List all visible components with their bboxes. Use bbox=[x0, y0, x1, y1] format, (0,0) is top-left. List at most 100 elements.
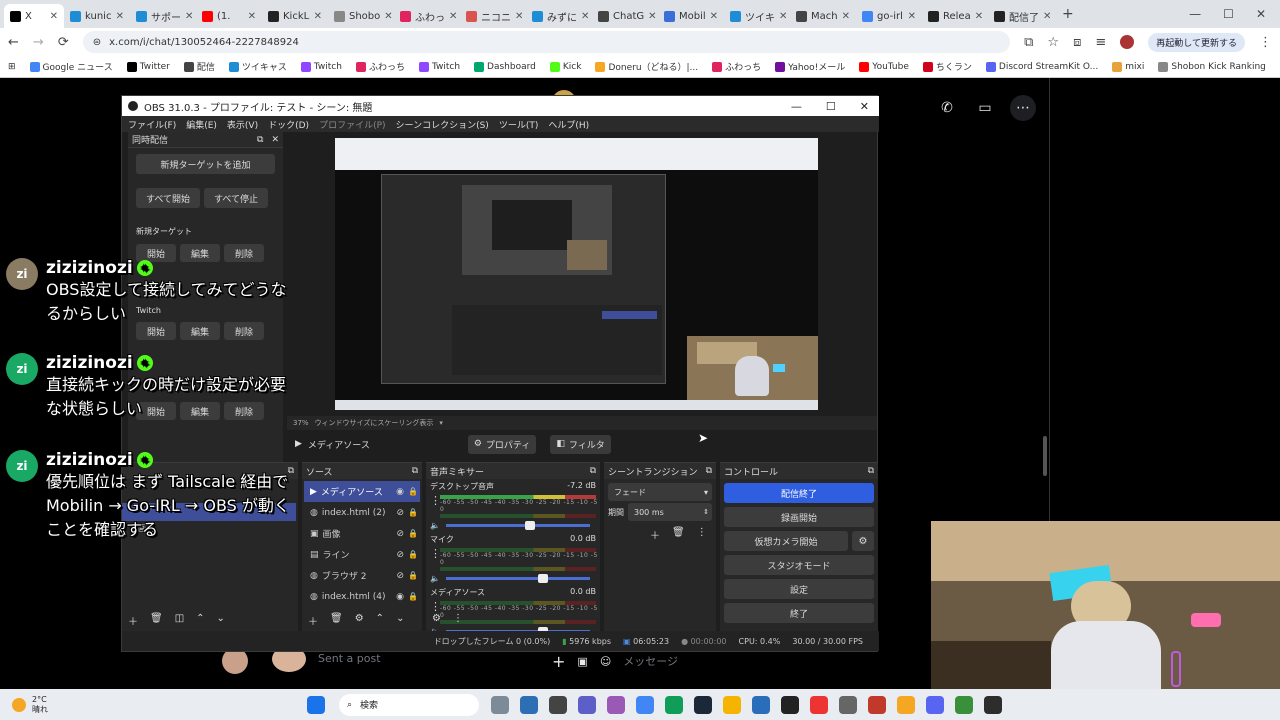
taskbar-app-icon[interactable] bbox=[578, 695, 596, 714]
browser-tab[interactable]: KickL ✕ bbox=[262, 4, 328, 28]
source-item[interactable]: ▶ メディアソース ◉ 🔒 bbox=[304, 481, 420, 502]
visibility-eye-icon[interactable]: ⊘ bbox=[396, 529, 404, 539]
bookmark-item[interactable]: Shobon Kick Ranking bbox=[1158, 61, 1266, 72]
undock-icon[interactable]: ⧉ bbox=[257, 135, 263, 145]
gif-icon[interactable]: ▣ bbox=[577, 655, 587, 668]
source-item[interactable]: ◍ ブラウザ 2 ⊘ 🔒 bbox=[304, 565, 420, 586]
relaunch-button[interactable]: 再起動して更新する bbox=[1148, 32, 1245, 52]
undock-icon[interactable]: ⧉ bbox=[706, 466, 712, 476]
browser-tab[interactable]: (1. ✕ bbox=[196, 4, 262, 28]
settings-button[interactable]: 設定 bbox=[724, 579, 874, 599]
url-field[interactable]: ⊜ x.com/i/chat/130052464-2227848924 bbox=[82, 31, 1011, 53]
visibility-eye-icon[interactable]: ⊘ bbox=[396, 550, 404, 560]
phone-icon[interactable]: ✆ bbox=[934, 95, 960, 121]
browser-tab[interactable]: Relea ✕ bbox=[922, 4, 988, 28]
visibility-eye-icon[interactable]: ⊘ bbox=[396, 571, 404, 581]
browser-tab[interactable]: みずに ✕ bbox=[526, 4, 592, 28]
volume-slider[interactable] bbox=[445, 573, 590, 583]
taskbar-app-icon[interactable] bbox=[955, 695, 973, 714]
stop-streaming-button[interactable]: 配信終了 bbox=[724, 483, 874, 503]
taskbar-app-icon[interactable] bbox=[723, 695, 741, 714]
reload-icon[interactable]: ⟳ bbox=[58, 35, 69, 50]
browser-tab[interactable]: Mach ✕ bbox=[790, 4, 856, 28]
browser-tab[interactable]: Mobil ✕ bbox=[658, 4, 724, 28]
tab-close-icon[interactable]: ✕ bbox=[384, 11, 392, 22]
back-icon[interactable]: ← bbox=[8, 35, 19, 50]
speaker-icon[interactable]: 🔈 bbox=[430, 574, 440, 583]
bookmark-item[interactable]: 配信 bbox=[183, 60, 215, 73]
bookmark-item[interactable]: mixi bbox=[1112, 61, 1144, 72]
bookmark-item[interactable]: Dashboard bbox=[474, 61, 536, 72]
page-scrollbar[interactable] bbox=[1043, 436, 1047, 476]
tab-close-icon[interactable]: ✕ bbox=[515, 11, 523, 22]
bookmark-item[interactable]: Google ニュース bbox=[29, 60, 113, 73]
channel-menu-icon[interactable]: ⋮ bbox=[426, 547, 441, 560]
obs-menu-item[interactable]: ヘルプ(H) bbox=[548, 118, 589, 131]
browser-tab[interactable]: ChatG ✕ bbox=[592, 4, 658, 28]
channel-menu-icon[interactable]: ⋮ bbox=[426, 600, 441, 613]
lock-icon[interactable]: 🔒 bbox=[408, 592, 420, 601]
speaker-icon[interactable]: 🔈 bbox=[430, 521, 440, 530]
browser-tab[interactable]: X ✕ bbox=[4, 4, 64, 28]
properties-button[interactable]: ⚙ プロパティ bbox=[467, 434, 537, 454]
tab-close-icon[interactable]: ✕ bbox=[314, 11, 322, 22]
source-item[interactable]: ◍ index.html (2) ⊘ 🔒 bbox=[304, 502, 420, 523]
browser-menu-icon[interactable]: ⋮ bbox=[1259, 35, 1272, 50]
add-icon[interactable]: + bbox=[552, 652, 565, 671]
browser-tab[interactable]: go-irl ✕ bbox=[856, 4, 922, 28]
apps-grid-icon[interactable]: ⊞ bbox=[8, 62, 16, 72]
browser-tab[interactable]: ツイキ ✕ bbox=[724, 4, 790, 28]
bookmark-item[interactable]: Discord StreamKit O... bbox=[985, 61, 1098, 72]
taskbar-app-icon[interactable] bbox=[636, 695, 654, 714]
taskbar-app-icon[interactable] bbox=[491, 695, 509, 714]
move-down-icon[interactable]: ⌄ bbox=[217, 613, 225, 628]
maximize-icon[interactable]: ☐ bbox=[826, 100, 836, 113]
weather-widget[interactable]: 2°C 晴れ bbox=[0, 695, 280, 715]
cast-icon[interactable]: ⧉ bbox=[1024, 35, 1033, 50]
minimize-icon[interactable]: — bbox=[1189, 7, 1201, 21]
duration-field[interactable]: 300 ms ⇕ bbox=[628, 503, 712, 521]
tab-close-icon[interactable]: ✕ bbox=[710, 11, 718, 22]
move-up-icon[interactable]: ⌃ bbox=[376, 613, 384, 628]
bookmark-item[interactable]: Kick bbox=[549, 61, 581, 72]
tab-close-icon[interactable]: ✕ bbox=[581, 11, 589, 22]
taskbar-app-icon[interactable] bbox=[520, 695, 538, 714]
maximize-icon[interactable]: ☐ bbox=[1223, 7, 1234, 21]
bookmark-item[interactable]: ツイキャス bbox=[228, 60, 287, 73]
remove-transition-icon[interactable]: 🗑 bbox=[672, 527, 685, 542]
dock-close-icon[interactable]: ✕ bbox=[271, 135, 279, 145]
channel-menu-icon[interactable]: ⋮ bbox=[426, 494, 441, 507]
bookmark-item[interactable]: ふわっち bbox=[355, 60, 405, 73]
undock-icon[interactable]: ⧉ bbox=[412, 466, 418, 476]
taskbar-app-icon[interactable] bbox=[752, 695, 770, 714]
undock-icon[interactable]: ⧉ bbox=[868, 466, 874, 476]
emoji-icon[interactable]: ☺ bbox=[600, 655, 611, 668]
minimize-icon[interactable]: — bbox=[791, 100, 802, 113]
transition-menu-icon[interactable]: ⋮ bbox=[697, 527, 707, 542]
taskbar-app-icon[interactable] bbox=[810, 695, 828, 714]
tab-close-icon[interactable]: ✕ bbox=[185, 11, 193, 22]
message-input[interactable]: メッセージ bbox=[623, 653, 678, 669]
obs-menu-item[interactable]: シーンコレクション(S) bbox=[396, 118, 489, 131]
more-options-icon[interactable]: ⋯ bbox=[1010, 95, 1036, 121]
tab-close-icon[interactable]: ✕ bbox=[248, 11, 256, 22]
tab-close-icon[interactable]: ✕ bbox=[116, 11, 124, 22]
transition-type-select[interactable]: フェード ▾ bbox=[608, 483, 712, 501]
advanced-audio-icon[interactable]: ⚙ bbox=[432, 613, 441, 624]
filters-button[interactable]: ◧ フィルタ bbox=[550, 434, 611, 454]
lock-icon[interactable]: 🔒 bbox=[408, 571, 420, 580]
add-transition-icon[interactable]: ＋ bbox=[650, 527, 660, 542]
taskbar-app-icon[interactable] bbox=[694, 695, 712, 714]
media-control-icon[interactable]: ≡ bbox=[1095, 35, 1106, 50]
slider-handle[interactable] bbox=[525, 520, 536, 530]
stop-all-button[interactable]: すべて停止 bbox=[204, 188, 268, 208]
close-icon[interactable]: ✕ bbox=[860, 100, 869, 113]
taskbar-app-icon[interactable] bbox=[665, 695, 683, 714]
tab-close-icon[interactable]: ✕ bbox=[975, 11, 983, 22]
bookmark-item[interactable]: Yahoo!メール bbox=[775, 60, 845, 73]
site-info-icon[interactable]: ⊜ bbox=[93, 37, 101, 48]
bookmark-item[interactable]: Twitch bbox=[300, 61, 342, 72]
obs-menu-item[interactable]: 編集(E) bbox=[186, 118, 217, 131]
obs-menu-item[interactable]: プロファイル(P) bbox=[319, 118, 385, 131]
tab-close-icon[interactable]: ✕ bbox=[779, 11, 787, 22]
